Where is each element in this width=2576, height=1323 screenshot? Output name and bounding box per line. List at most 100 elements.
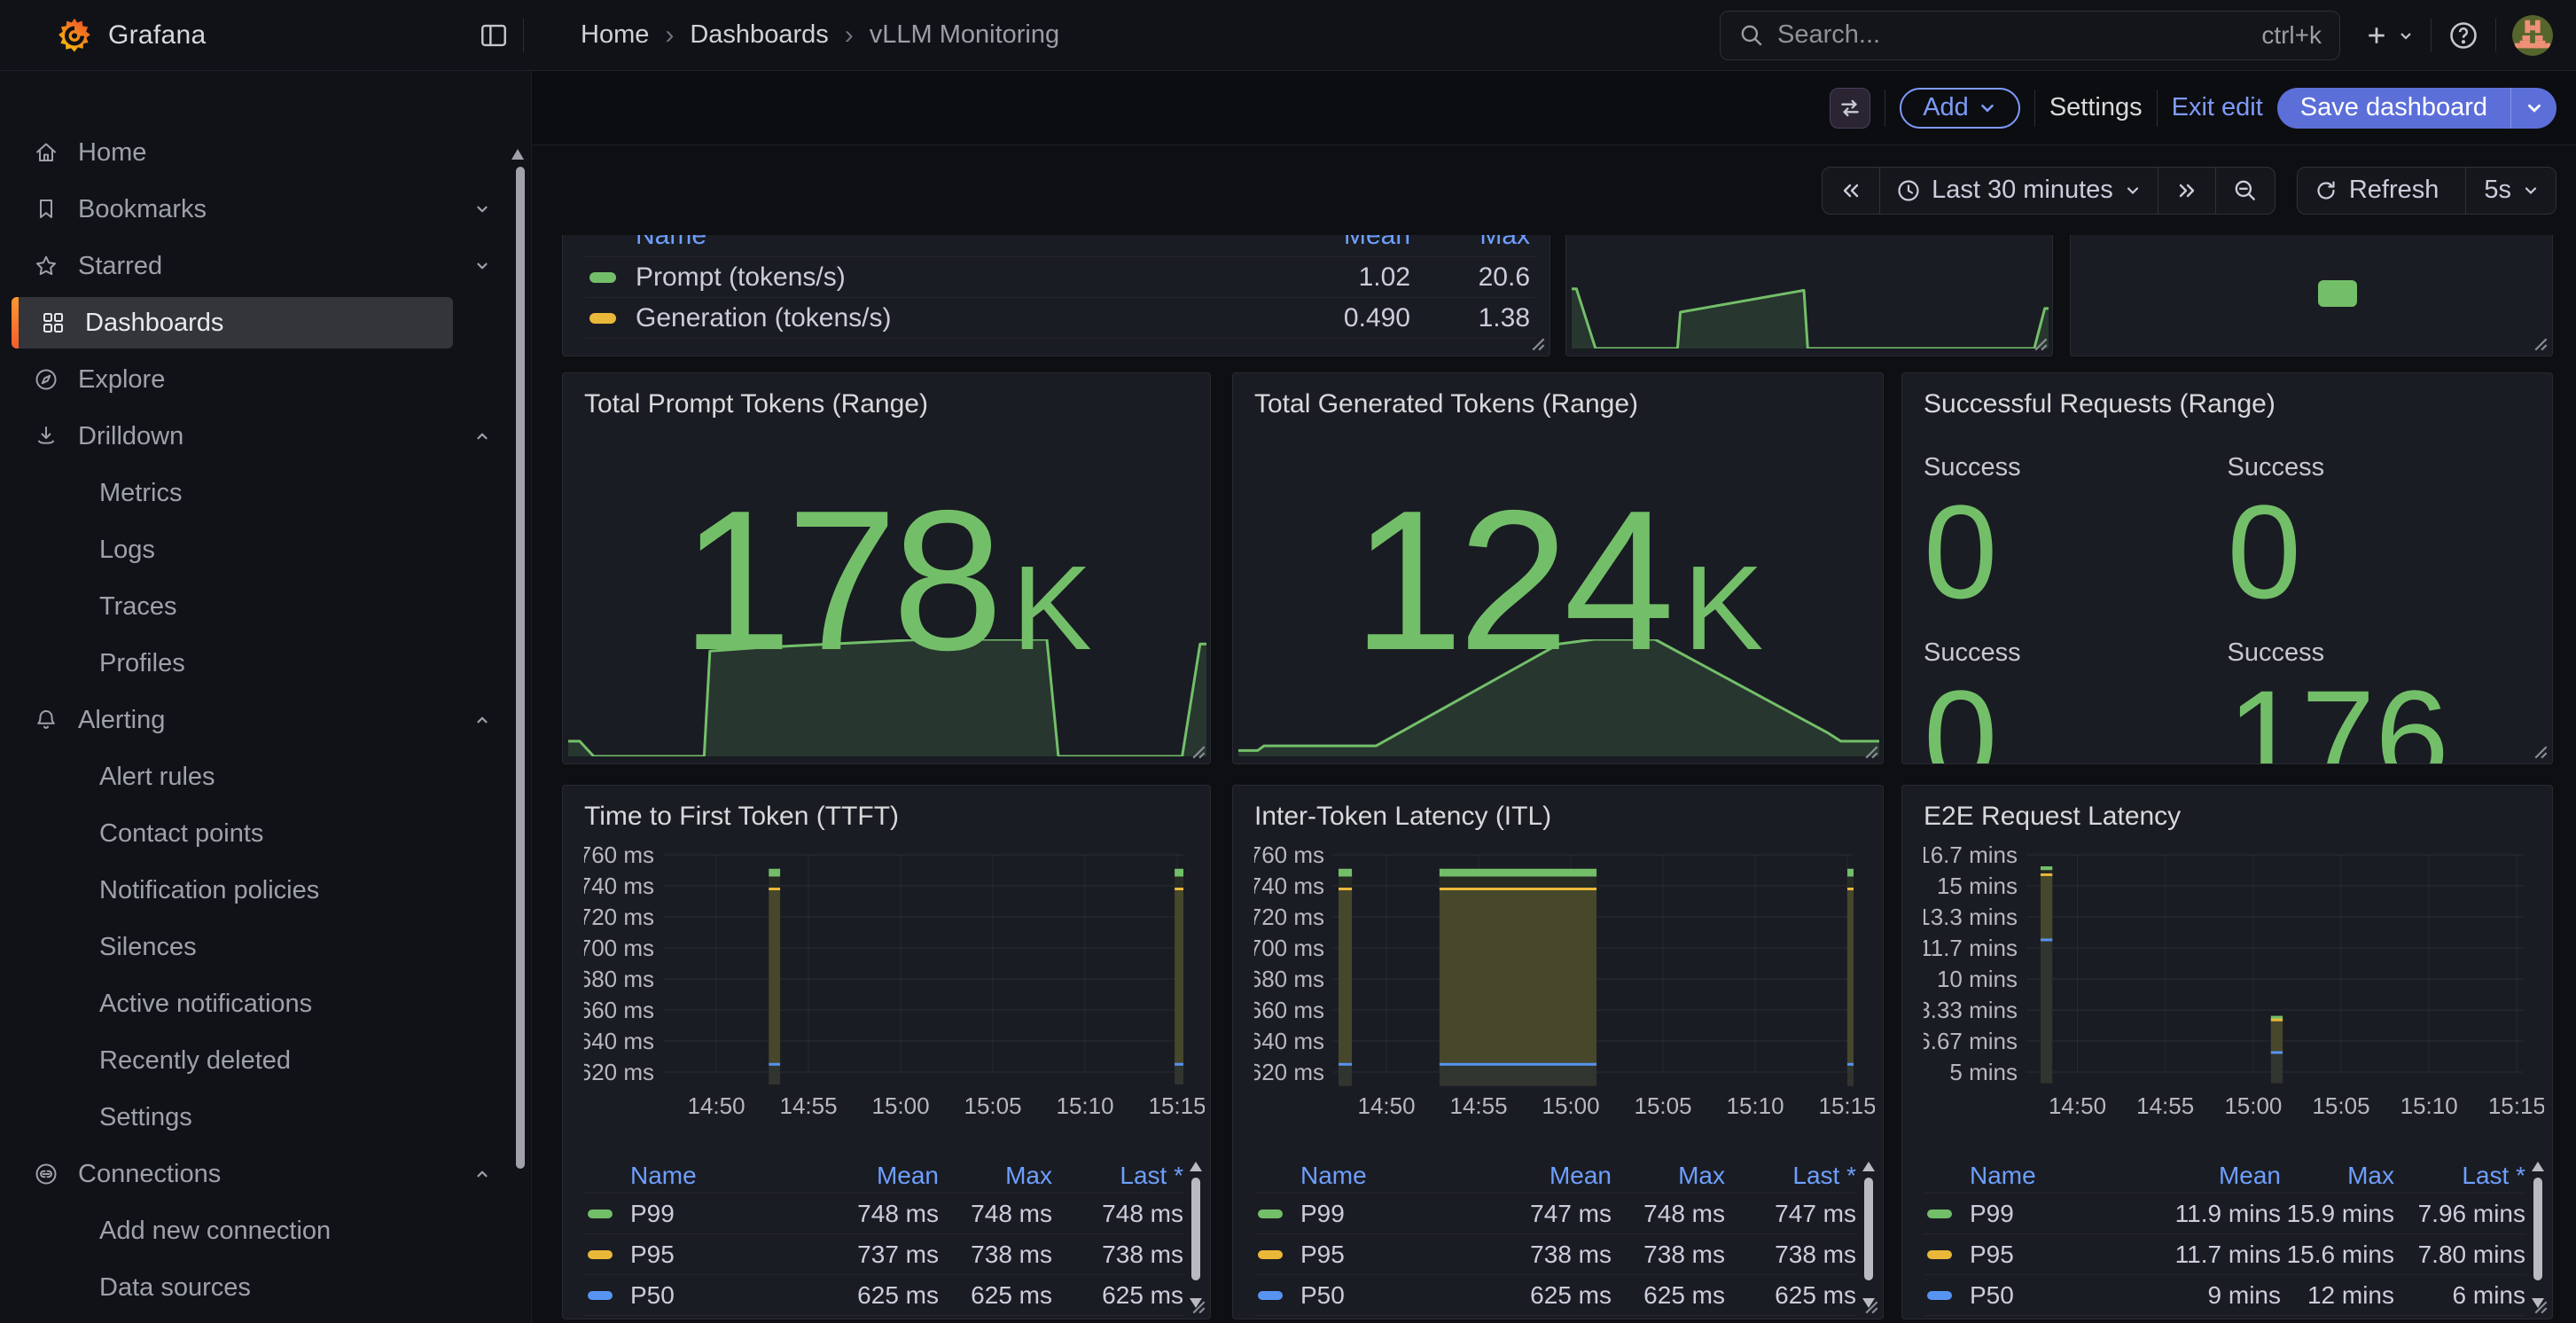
legend-row[interactable]: P509 mins12 mins6 mins <box>1924 1275 2525 1316</box>
panel-e2e-latency[interactable]: E2E Request Latency 16.7 mins15 mins13.3… <box>1901 785 2553 1319</box>
sidebar-collapse-icon[interactable] <box>479 20 509 51</box>
legend-row[interactable]: P99748 ms748 ms748 ms <box>584 1194 1183 1234</box>
legend-scrollbar[interactable] <box>1189 1162 1203 1308</box>
scroll-thumb[interactable] <box>1864 1178 1873 1280</box>
panel-resize-handle[interactable] <box>1186 740 1206 759</box>
legend-header-max[interactable]: Max <box>939 1162 1052 1190</box>
sidebar-item-contact-points[interactable]: Contact points <box>0 805 531 862</box>
help-icon[interactable] <box>2447 20 2479 51</box>
save-dashboard-button[interactable]: Save dashboard <box>2277 88 2510 129</box>
scroll-up-icon[interactable] <box>1862 1162 1875 1171</box>
sidebar-item-metrics[interactable]: Metrics <box>0 465 531 521</box>
time-shift-back-icon[interactable] <box>1823 168 1879 214</box>
scroll-thumb[interactable] <box>2533 1178 2542 1280</box>
sidebar-item-starred[interactable]: Starred <box>0 238 531 294</box>
chevron-up-icon[interactable] <box>474 1160 490 1189</box>
refresh-interval-picker[interactable]: 5s <box>2465 168 2556 214</box>
legend-header-mean[interactable]: Mean <box>1479 1162 1612 1190</box>
legend-header-name[interactable]: Name <box>1970 1162 2148 1190</box>
legend-row[interactable]: P50625 ms625 ms625 ms <box>1254 1275 1856 1316</box>
panel-total-generated-tokens[interactable]: Total Generated Tokens (Range) 124K <box>1232 372 1884 764</box>
panel-top-middle-chart[interactable] <box>1565 235 2053 356</box>
chevron-down-icon[interactable] <box>474 252 490 281</box>
panel-resize-handle[interactable] <box>2028 332 2048 351</box>
legend-scrollbar[interactable] <box>2531 1162 2545 1308</box>
grafana-logo[interactable] <box>55 16 94 55</box>
toggle-edit-pane-icon[interactable] <box>1830 88 1870 129</box>
sidebar-item-alert-rules[interactable]: Alert rules <box>0 748 531 805</box>
legend-row[interactable]: P9511.7 mins15.6 mins7.80 mins <box>1924 1234 2525 1275</box>
panel-resize-handle[interactable] <box>2528 332 2548 351</box>
panel-total-prompt-tokens[interactable]: Total Prompt Tokens (Range) 178K <box>562 372 1211 764</box>
panel-resize-handle[interactable] <box>1526 332 1545 351</box>
panel-resize-handle[interactable] <box>2528 740 2548 759</box>
panel-resize-handle[interactable] <box>1859 740 1878 759</box>
legend-header-mean[interactable]: Mean <box>806 1162 939 1190</box>
sidebar-item-explore[interactable]: Explore <box>0 351 531 408</box>
panel-successful-requests[interactable]: Successful Requests (Range) Success 0 Su… <box>1901 372 2553 764</box>
panel-top-right[interactable] <box>2070 235 2553 356</box>
new-button[interactable] <box>2363 22 2415 49</box>
sidebar-item-traces[interactable]: Traces <box>0 578 531 635</box>
exit-edit-button[interactable]: Exit edit <box>2172 93 2263 122</box>
legend-header-last[interactable]: Last * <box>2394 1162 2525 1190</box>
sidebar-item-dashboards[interactable]: Dashboards <box>12 297 453 348</box>
table-header-max[interactable]: Max <box>1416 235 1535 251</box>
panel-resize-handle[interactable] <box>1859 1295 1878 1314</box>
panel-ttft[interactable]: Time to First Token (TTFT) 760 ms740 ms7… <box>562 785 1211 1319</box>
sidebar-item-settings[interactable]: Settings <box>0 1089 531 1146</box>
sidebar-item-home[interactable]: Home <box>0 124 531 181</box>
search-input[interactable]: Search... ctrl+k <box>1720 11 2340 60</box>
chevron-up-icon[interactable] <box>474 706 490 735</box>
legend-scrollbar[interactable] <box>1862 1162 1876 1308</box>
refresh-button[interactable]: Refresh <box>2298 168 2466 214</box>
legend-row[interactable]: P50625 ms625 ms625 ms <box>584 1275 1183 1316</box>
table-header-name[interactable]: Name <box>636 235 1265 251</box>
legend-row[interactable]: P95738 ms738 ms738 ms <box>1254 1234 1856 1275</box>
legend-header-max[interactable]: Max <box>2281 1162 2394 1190</box>
sidebar-item-bookmarks[interactable]: Bookmarks <box>0 181 531 238</box>
legend-row[interactable]: P95737 ms738 ms738 ms <box>584 1234 1183 1275</box>
legend-row[interactable]: P99747 ms748 ms747 ms <box>1254 1194 1856 1234</box>
table-header-mean[interactable]: Mean <box>1265 235 1416 251</box>
sidebar-item-profiles[interactable]: Profiles <box>0 635 531 692</box>
panel-resize-handle[interactable] <box>1186 1295 1206 1314</box>
settings-button[interactable]: Settings <box>2049 93 2143 122</box>
time-range-picker[interactable]: Last 30 minutes <box>1879 168 2158 214</box>
sidebar-item-silences[interactable]: Silences <box>0 919 531 975</box>
sidebar-item-drilldown[interactable]: Drilldown <box>0 408 531 465</box>
time-shift-forward-icon[interactable] <box>2158 168 2215 214</box>
legend-header-name[interactable]: Name <box>1300 1162 1479 1190</box>
sidebar-item-administration[interactable]: Administration <box>0 1316 531 1323</box>
legend-row[interactable]: P9911.9 mins15.9 mins7.96 mins <box>1924 1194 2525 1234</box>
legend-header-mean[interactable]: Mean <box>2148 1162 2281 1190</box>
panel-itl[interactable]: Inter-Token Latency (ITL) 760 ms740 ms72… <box>1232 785 1884 1319</box>
zoom-out-icon[interactable] <box>2215 168 2275 214</box>
sidebar-item-notification-policies[interactable]: Notification policies <box>0 862 531 919</box>
scroll-up-icon[interactable] <box>1190 1162 1202 1171</box>
breadcrumb-dashboards[interactable]: Dashboards <box>690 20 828 50</box>
sidebar-item-data-sources[interactable]: Data sources <box>0 1259 531 1316</box>
table-row[interactable]: Prompt (tokens/s)1.0220.6 <box>584 257 1535 298</box>
sidebar-item-connections[interactable]: Connections <box>0 1146 531 1202</box>
scroll-up-icon[interactable] <box>2532 1162 2544 1171</box>
legend-header-name[interactable]: Name <box>630 1162 806 1190</box>
sidebar-scroll-up-icon[interactable] <box>511 149 524 160</box>
panel-token-throughput[interactable]: NameMeanMax Prompt (tokens/s)1.0220.6Gene… <box>562 235 1550 356</box>
panel-resize-handle[interactable] <box>2528 1295 2548 1314</box>
sidebar-item-recently-deleted[interactable]: Recently deleted <box>0 1032 531 1089</box>
sidebar-scrollbar[interactable] <box>516 167 525 1169</box>
scroll-thumb[interactable] <box>1191 1178 1200 1280</box>
legend-header-last[interactable]: Last * <box>1725 1162 1856 1190</box>
legend-header-max[interactable]: Max <box>1612 1162 1725 1190</box>
chevron-up-icon[interactable] <box>474 422 490 451</box>
legend-header-last[interactable]: Last * <box>1052 1162 1183 1190</box>
sidebar-item-active-notifications[interactable]: Active notifications <box>0 975 531 1032</box>
sidebar-item-alerting[interactable]: Alerting <box>0 692 531 748</box>
table-row[interactable]: Generation (tokens/s)0.4901.38 <box>584 298 1535 339</box>
sidebar-item-add-new-connection[interactable]: Add new connection <box>0 1202 531 1259</box>
add-button[interactable]: Add <box>1900 88 2020 129</box>
avatar[interactable] <box>2512 15 2553 56</box>
sidebar-item-logs[interactable]: Logs <box>0 521 531 578</box>
chevron-down-icon[interactable] <box>474 195 490 224</box>
